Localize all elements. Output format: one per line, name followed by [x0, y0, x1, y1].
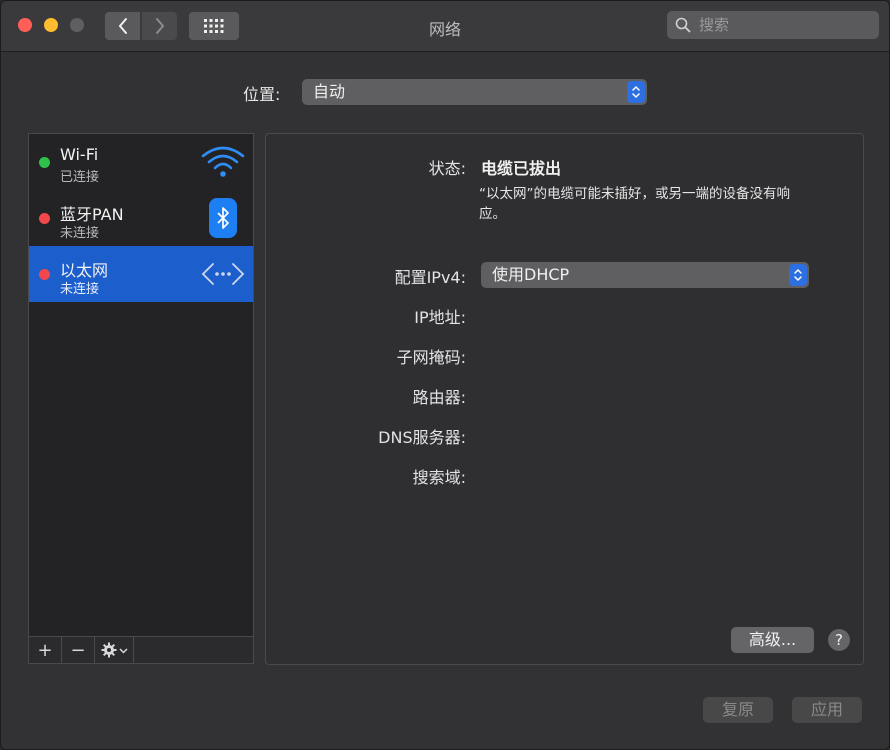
configure-ipv4-stepper: [789, 264, 807, 286]
service-status: 未连接: [60, 282, 100, 297]
subnet-mask-label: 子网掩码:: [396, 348, 466, 367]
dns-server-label: DNS服务器:: [378, 428, 466, 447]
status-dot: [39, 213, 50, 224]
chevron-down-icon: [118, 647, 128, 654]
status-dot: [39, 269, 50, 280]
search-input[interactable]: [697, 15, 871, 35]
service-status: 未连接: [60, 226, 100, 241]
title-bar: 网络: [1, 1, 889, 52]
status-label: 状态:: [428, 159, 466, 178]
location-value: 自动: [313, 82, 346, 101]
ip-address-label: IP地址:: [414, 308, 466, 327]
service-detail-panel: 状态: 电缆已拔出 “以太网”的电缆可能未插好，或另一端的设备没有响应。 配置I…: [265, 133, 864, 665]
service-list: Wi-Fi 已连接 蓝牙PAN 未连接 以太网 未连接 + −: [28, 133, 254, 664]
location-select[interactable]: 自动: [302, 79, 647, 105]
help-button[interactable]: ?: [828, 629, 850, 651]
remove-service-button[interactable]: −: [62, 637, 95, 663]
location-label: 位置:: [243, 85, 281, 104]
advanced-button[interactable]: 高级...: [731, 627, 814, 653]
configure-ipv4-select[interactable]: 使用DHCP: [481, 262, 809, 288]
apply-button[interactable]: 应用: [792, 697, 862, 723]
location-stepper: [627, 81, 645, 103]
status-value: 电缆已拔出: [481, 159, 562, 178]
service-name: Wi-Fi: [60, 145, 99, 164]
service-item-bluetooth-pan[interactable]: 蓝牙PAN 未连接: [29, 190, 253, 246]
wifi-icon: [201, 146, 245, 177]
service-actions-button[interactable]: [95, 637, 134, 663]
search-icon: [675, 17, 691, 33]
chevron-updown-icon: [632, 85, 640, 99]
add-service-button[interactable]: +: [29, 637, 62, 663]
chevron-updown-icon: [794, 268, 802, 282]
configure-ipv4-value: 使用DHCP: [492, 265, 570, 284]
search-domain-label: 搜索域:: [412, 468, 466, 487]
bluetooth-icon: [209, 198, 237, 238]
status-dot: [39, 157, 50, 168]
status-description: “以太网”的电缆可能未插好，或另一端的设备没有响应。: [479, 186, 790, 222]
network-preferences-window: 网络 位置: 自动 Wi-Fi 已连接: [0, 0, 890, 750]
service-status: 已连接: [60, 170, 100, 185]
ethernet-icon: [201, 263, 245, 285]
service-list-toolbar: + −: [29, 636, 253, 663]
service-item-ethernet[interactable]: 以太网 未连接: [29, 246, 253, 302]
search-field[interactable]: [667, 11, 879, 39]
router-label: 路由器:: [412, 388, 466, 407]
configure-ipv4-label: 配置IPv4:: [394, 268, 466, 287]
service-item-wifi[interactable]: Wi-Fi 已连接: [29, 134, 253, 190]
gear-icon: [101, 642, 116, 658]
revert-button[interactable]: 复原: [703, 697, 773, 723]
